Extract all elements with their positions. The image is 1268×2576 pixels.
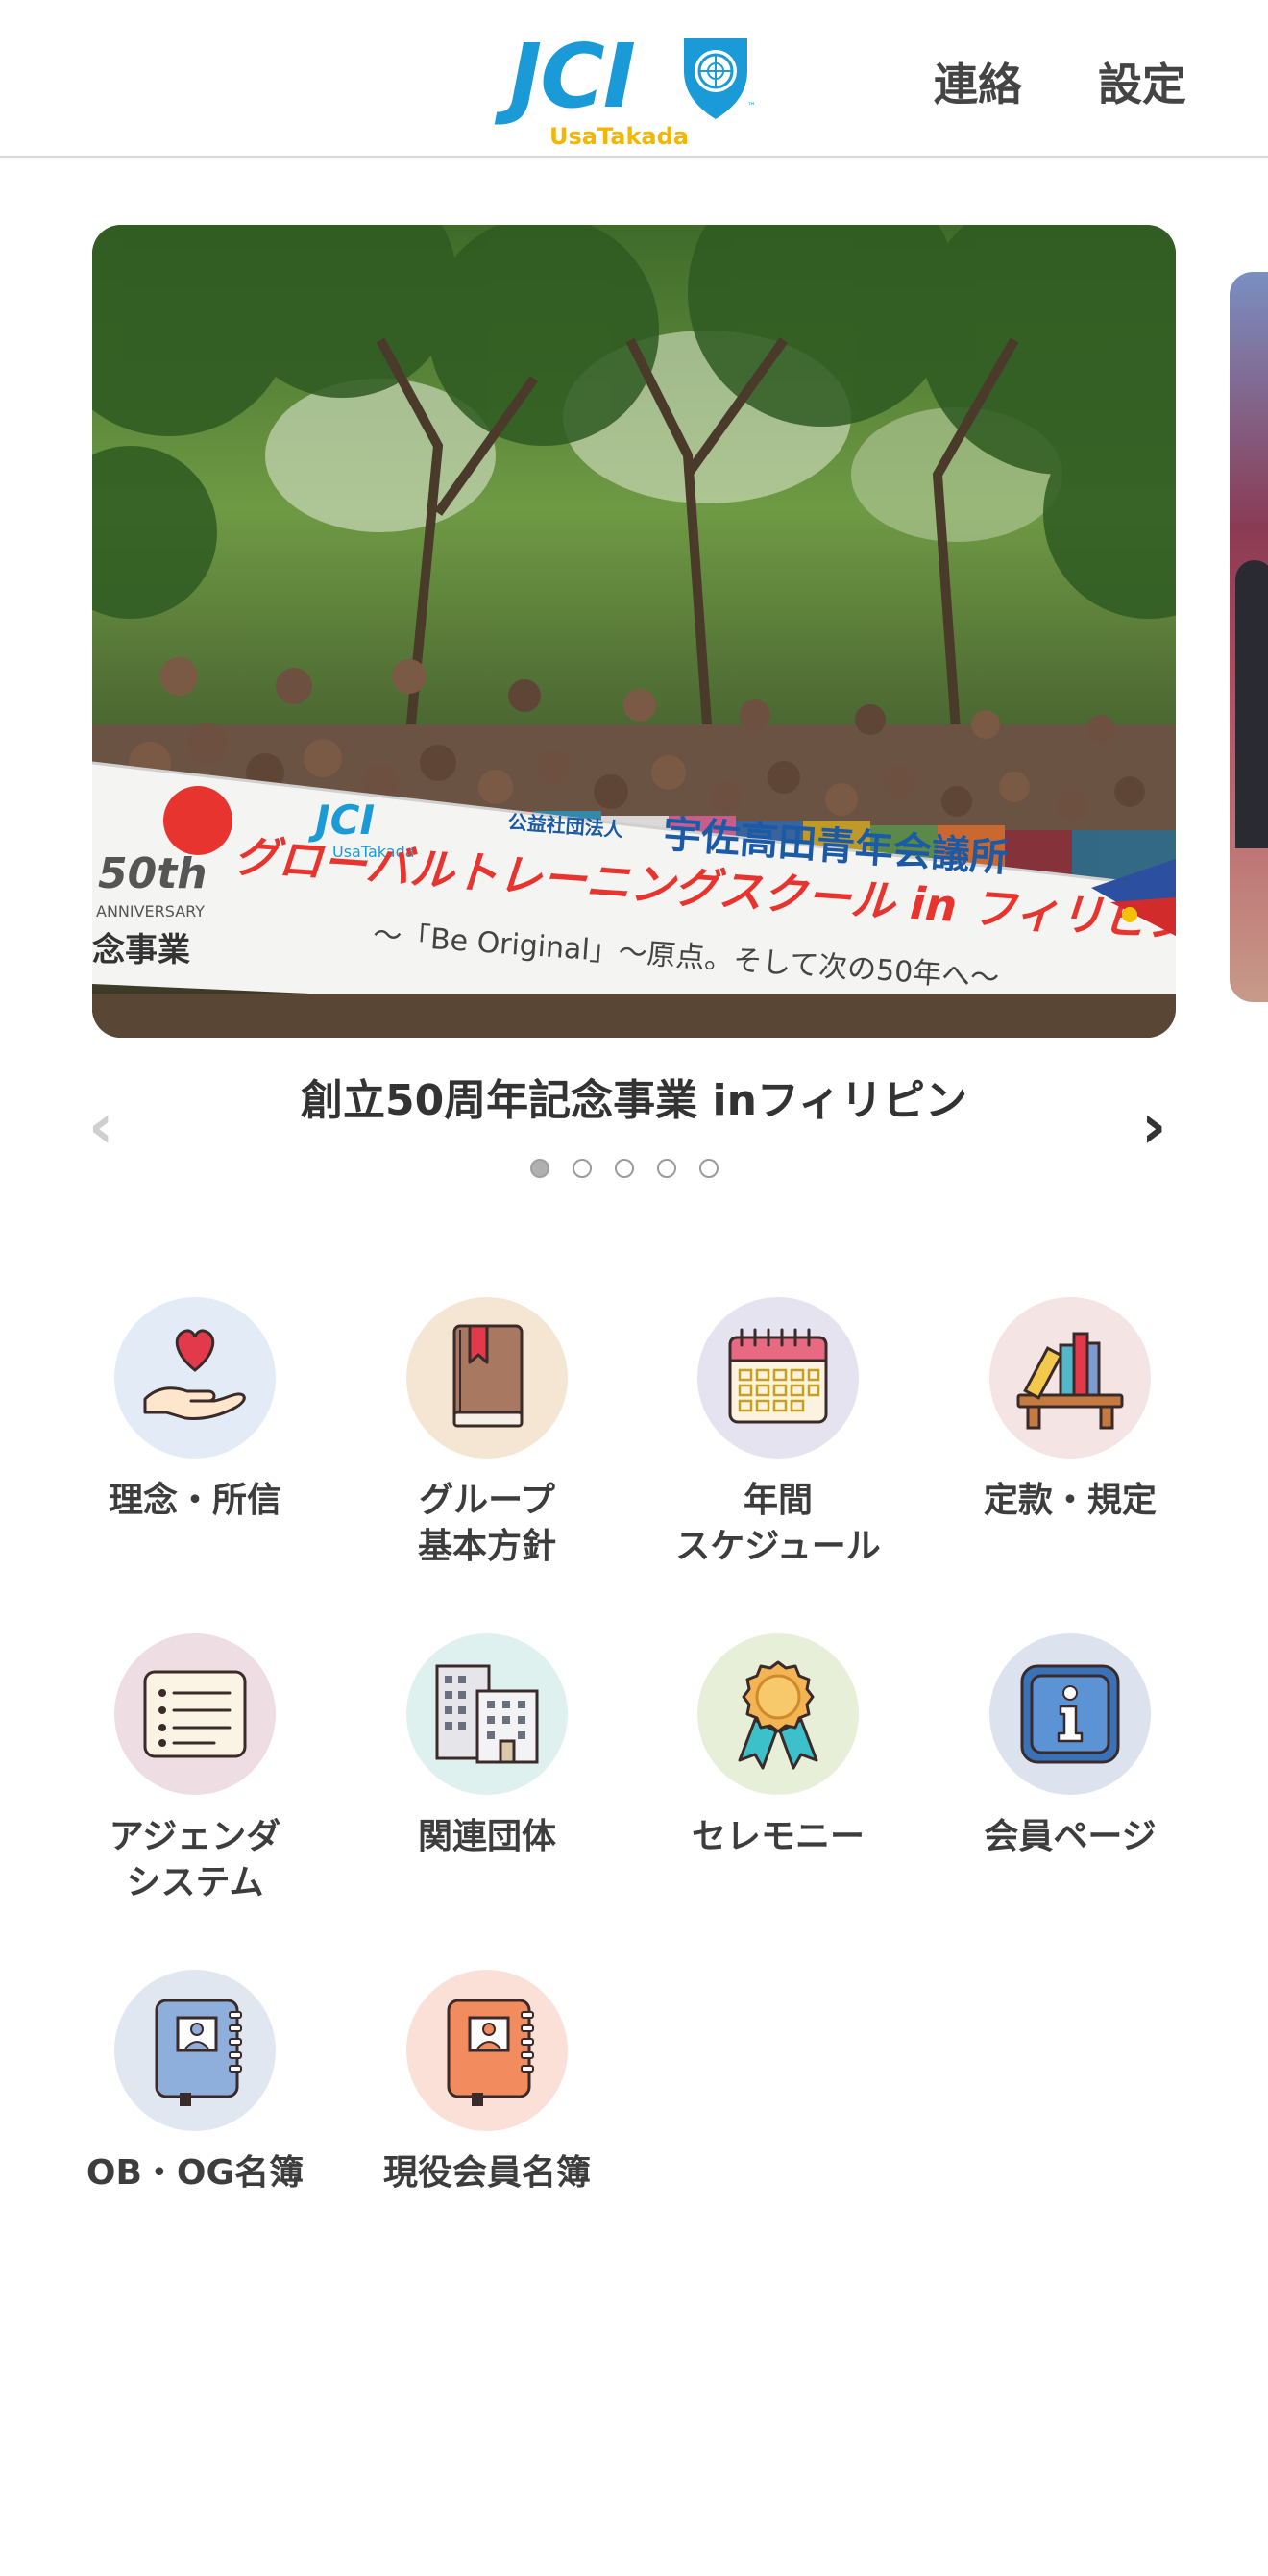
settings-link[interactable]: 設定 [1098,60,1186,110]
blue-address-book-icon [155,1999,242,2106]
carousel-dot-3[interactable] [615,1159,634,1178]
menu-articles-rules[interactable]: 定款・規定 [945,1297,1195,1524]
buildings-icon [435,1664,539,1764]
menu-icon-circle [406,1970,568,2131]
carousel-dot-4[interactable] [657,1159,676,1178]
menu-icon-circle [114,1633,276,1795]
menu-label: 現役会員名簿 [382,2153,591,2193]
menu-label: アジェンダ システム [109,1817,281,1902]
menu-label: セレモニー [691,1817,865,1856]
carousel-next-arrow[interactable]: › [1141,1093,1166,1161]
banner-project-text: 念事業 [92,931,190,969]
heart-hand-icon [143,1329,246,1420]
menu-label: 理念・所信 [108,1481,281,1520]
bookshelf-icon [1016,1332,1124,1430]
group-photo-image: 50th ANNIVERSARY 念事業 JCI UsaTakada 公益社団法… [92,225,1176,1038]
menu-label: OB・OG名簿 [85,2153,305,2193]
medal-icon [738,1660,818,1770]
carousel-prev-arrow[interactable]: ‹ [88,1093,113,1161]
menu-icon-circle [697,1297,859,1459]
calendar-icon [728,1328,828,1424]
logo-text: JCI [509,25,636,128]
logo-subtitle: UsaTakada [549,123,689,150]
info-icon [1020,1664,1120,1764]
menu-active-member-directory[interactable]: 現役会員名簿 [362,1970,612,2196]
menu-icon-circle [114,1970,276,2131]
menu-label: グループ 基本方針 [417,1481,556,1566]
menu-icon-circle [114,1297,276,1459]
carousel-dot-2[interactable] [573,1159,592,1178]
menu-label: 定款・規定 [983,1481,1157,1520]
menu-label: 年間 スケジュール [675,1481,881,1566]
jci-logo[interactable]: JCI ™ UsaTakada [509,29,768,154]
menu-philosophy[interactable]: 理念・所信 [70,1297,320,1524]
menu-label: 関連団体 [417,1817,556,1856]
trademark-symbol: ™ [747,102,756,111]
menu-icon-circle [406,1633,568,1795]
menu-icon-circle [989,1633,1151,1795]
menu-agenda-system[interactable]: アジェンダ システム [70,1633,320,1906]
menu-related-organizations[interactable]: 関連団体 [362,1633,612,1860]
orange-address-book-icon [447,1999,534,2106]
menu-annual-schedule[interactable]: 年間 スケジュール [653,1297,903,1570]
carousel-slide-next-peek[interactable] [1230,272,1268,1002]
banner-anniversary-number: 50th [98,849,207,898]
shield-icon [684,38,747,119]
menu-icon-circle [989,1297,1151,1459]
menu-ceremony[interactable]: セレモニー [653,1633,903,1860]
next-slide-figure [1235,560,1268,848]
banner-anniversary-word: ANNIVERSARY [96,902,205,920]
app-header: JCI ™ UsaTakada 連絡 設定 [0,0,1268,158]
menu-icon-circle [406,1297,568,1459]
carousel-pagination [530,1159,719,1182]
menu-group-policy[interactable]: グループ 基本方針 [362,1297,612,1570]
carousel-slide-photo[interactable]: 50th ANNIVERSARY 念事業 JCI UsaTakada 公益社団法… [92,225,1176,1038]
carousel-caption: 創立50周年記念事業 inフィリピン [300,1076,968,1125]
agenda-list-icon [143,1670,247,1758]
contact-link[interactable]: 連絡 [934,60,1022,110]
carousel-dot-5[interactable] [699,1159,719,1178]
carousel-dot-1[interactable] [530,1159,549,1178]
menu-member-page[interactable]: 会員ページ [945,1633,1195,1860]
menu-ob-og-directory[interactable]: OB・OG名簿 [70,1970,320,2196]
book-icon [452,1324,524,1428]
menu-label: 会員ページ [984,1817,1157,1856]
menu-icon-circle [697,1633,859,1795]
